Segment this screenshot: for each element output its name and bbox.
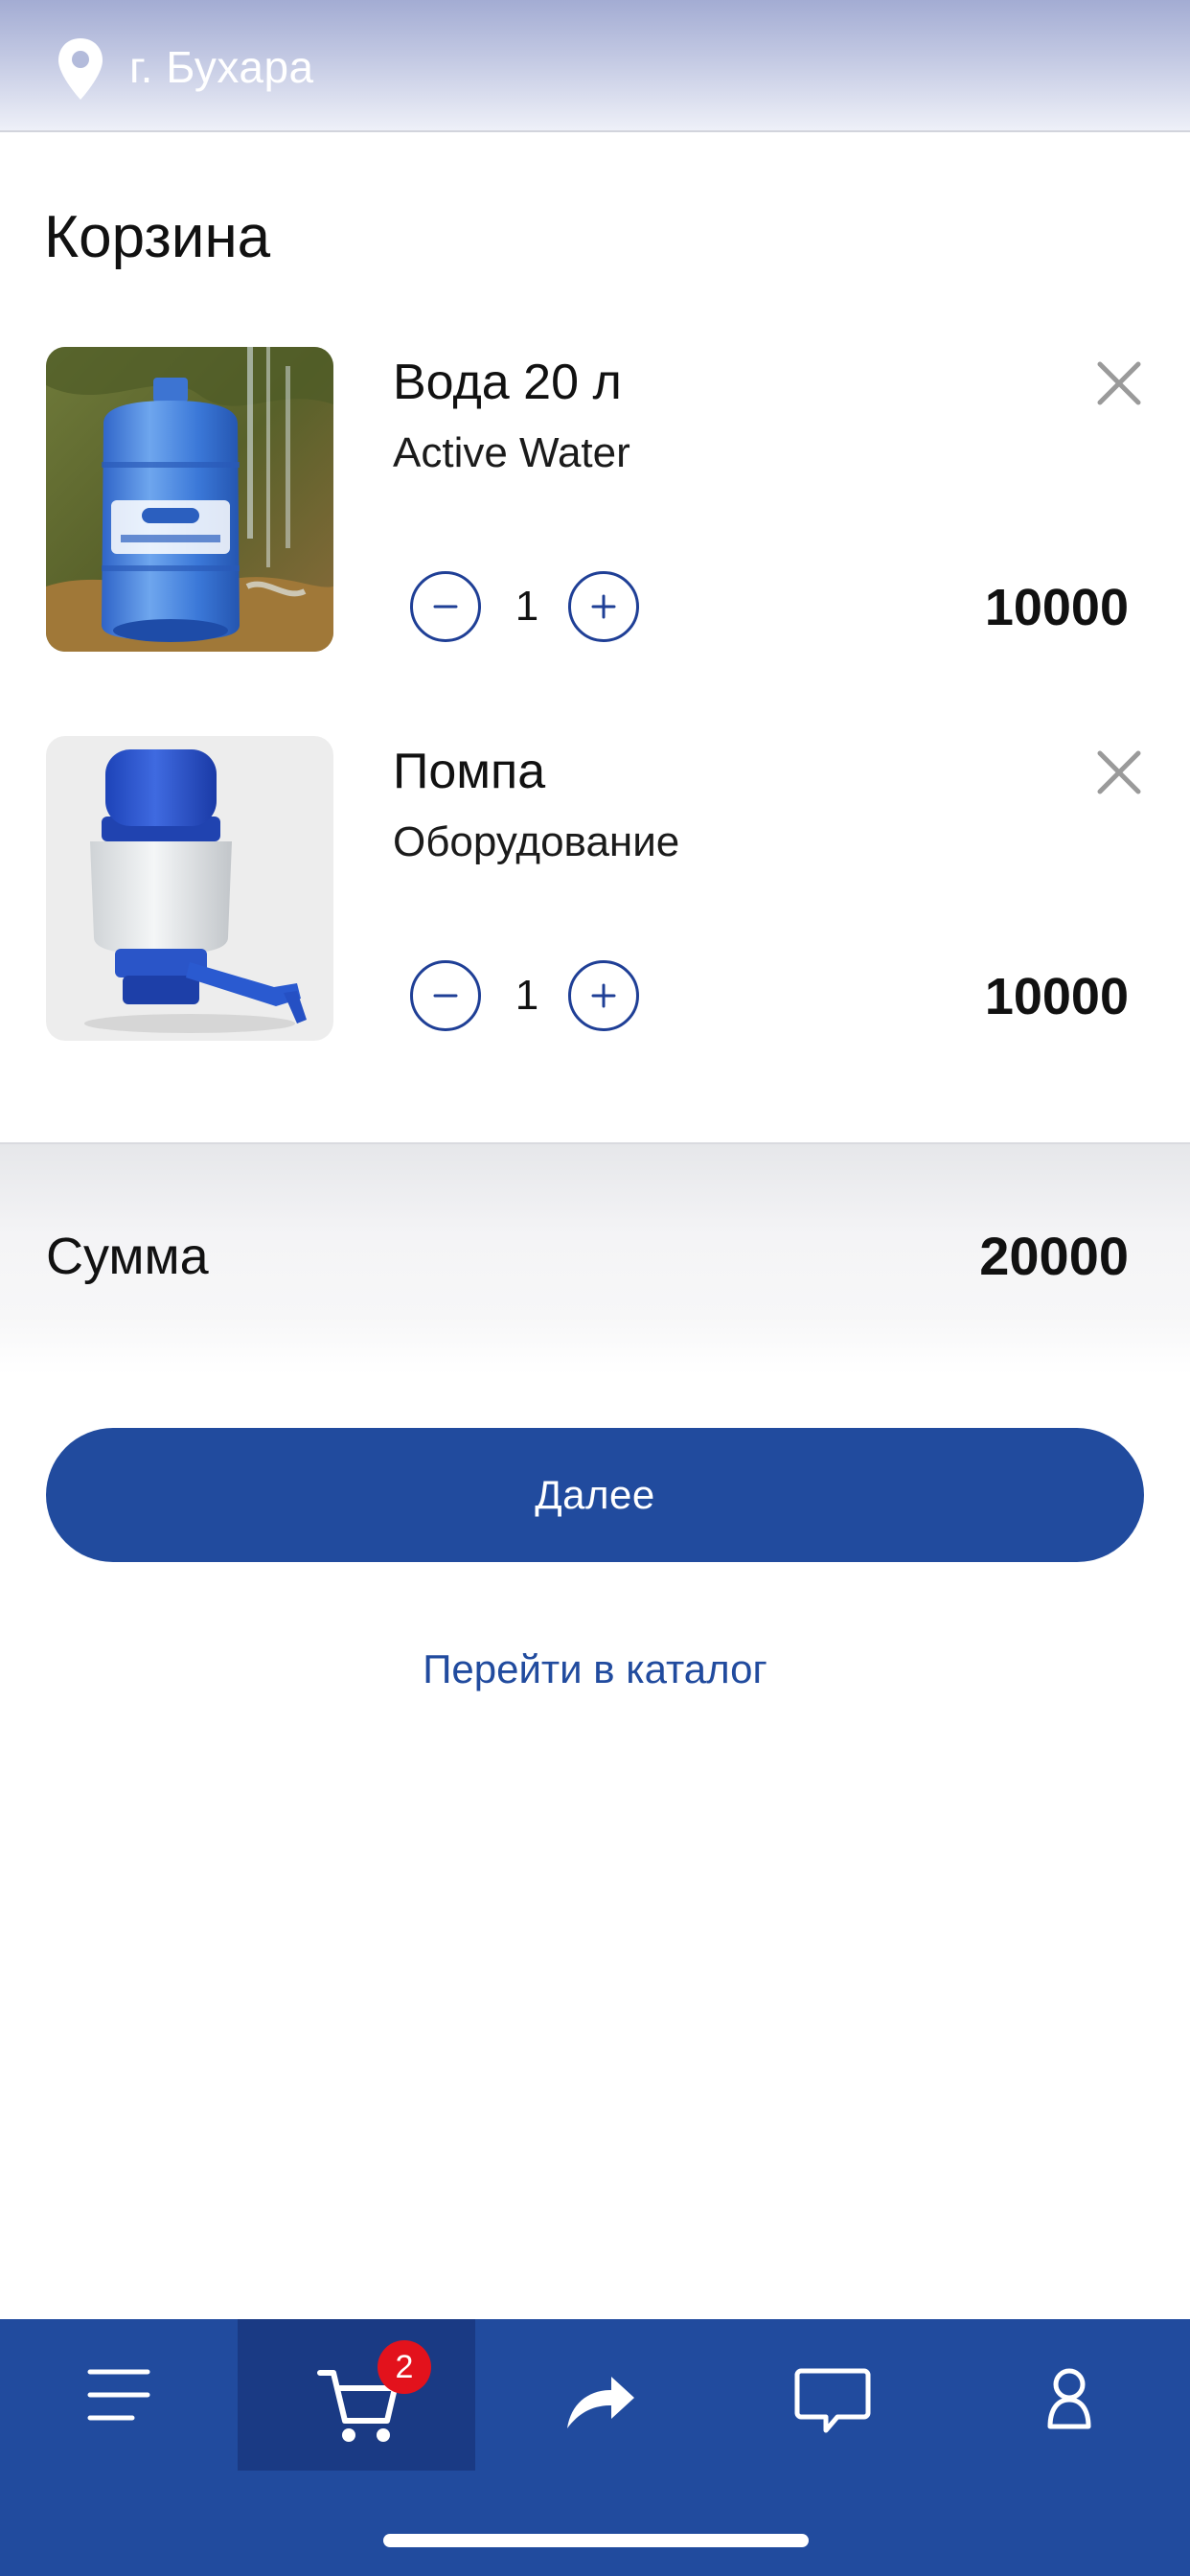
item-name: Помпа — [393, 744, 546, 799]
remove-item-close-icon[interactable] — [1090, 355, 1148, 412]
chat-icon — [794, 2368, 871, 2433]
cart-count-badge: 2 — [378, 2340, 431, 2394]
order-summary: Сумма 20000 — [0, 1142, 1190, 1374]
cart-icon — [317, 2370, 398, 2442]
quantity-value: 1 — [515, 583, 539, 630]
minus-icon — [433, 605, 458, 609]
plus-icon — [591, 983, 616, 1008]
nav-menu[interactable] — [0, 2319, 238, 2471]
item-name: Вода 20 л — [393, 355, 622, 410]
cart-item: Помпа Оборудование 1 10000 — [0, 736, 1190, 1043]
remove-item-close-icon[interactable] — [1090, 744, 1148, 801]
nav-cart[interactable]: 2 — [238, 2319, 475, 2471]
decrease-quantity-button[interactable] — [410, 571, 481, 642]
decrease-quantity-button[interactable] — [410, 960, 481, 1031]
quantity-value: 1 — [515, 972, 539, 1019]
item-price: 10000 — [984, 579, 1129, 636]
next-button[interactable]: Далее — [46, 1428, 1144, 1562]
sum-label: Сумма — [46, 1228, 209, 1285]
plus-icon — [591, 594, 616, 619]
increase-quantity-button[interactable] — [568, 571, 639, 642]
nav-chat[interactable] — [713, 2319, 950, 2471]
menu-icon — [87, 2369, 150, 2421]
cart-item: Вода 20 л Active Water 1 10000 — [0, 347, 1190, 654]
location-header[interactable]: г. Бухара — [0, 0, 1190, 132]
minus-icon — [433, 994, 458, 998]
location-pin-icon — [58, 38, 103, 100]
nav-profile[interactable] — [950, 2319, 1188, 2471]
sum-total: 20000 — [979, 1226, 1129, 1286]
product-image-pump — [46, 736, 333, 1041]
product-image-water — [46, 347, 333, 652]
item-subtitle: Оборудование — [393, 818, 680, 865]
item-subtitle: Active Water — [393, 429, 630, 476]
page-title: Корзина — [44, 204, 271, 270]
city-label[interactable]: г. Бухара — [129, 40, 314, 94]
item-price: 10000 — [984, 968, 1129, 1025]
nav-share[interactable] — [475, 2319, 713, 2471]
profile-icon — [1047, 2368, 1091, 2429]
go-to-catalog-link[interactable]: Перейти в каталог — [0, 1643, 1190, 1696]
increase-quantity-button[interactable] — [568, 960, 639, 1031]
share-icon — [567, 2377, 634, 2428]
home-indicator — [383, 2534, 809, 2547]
